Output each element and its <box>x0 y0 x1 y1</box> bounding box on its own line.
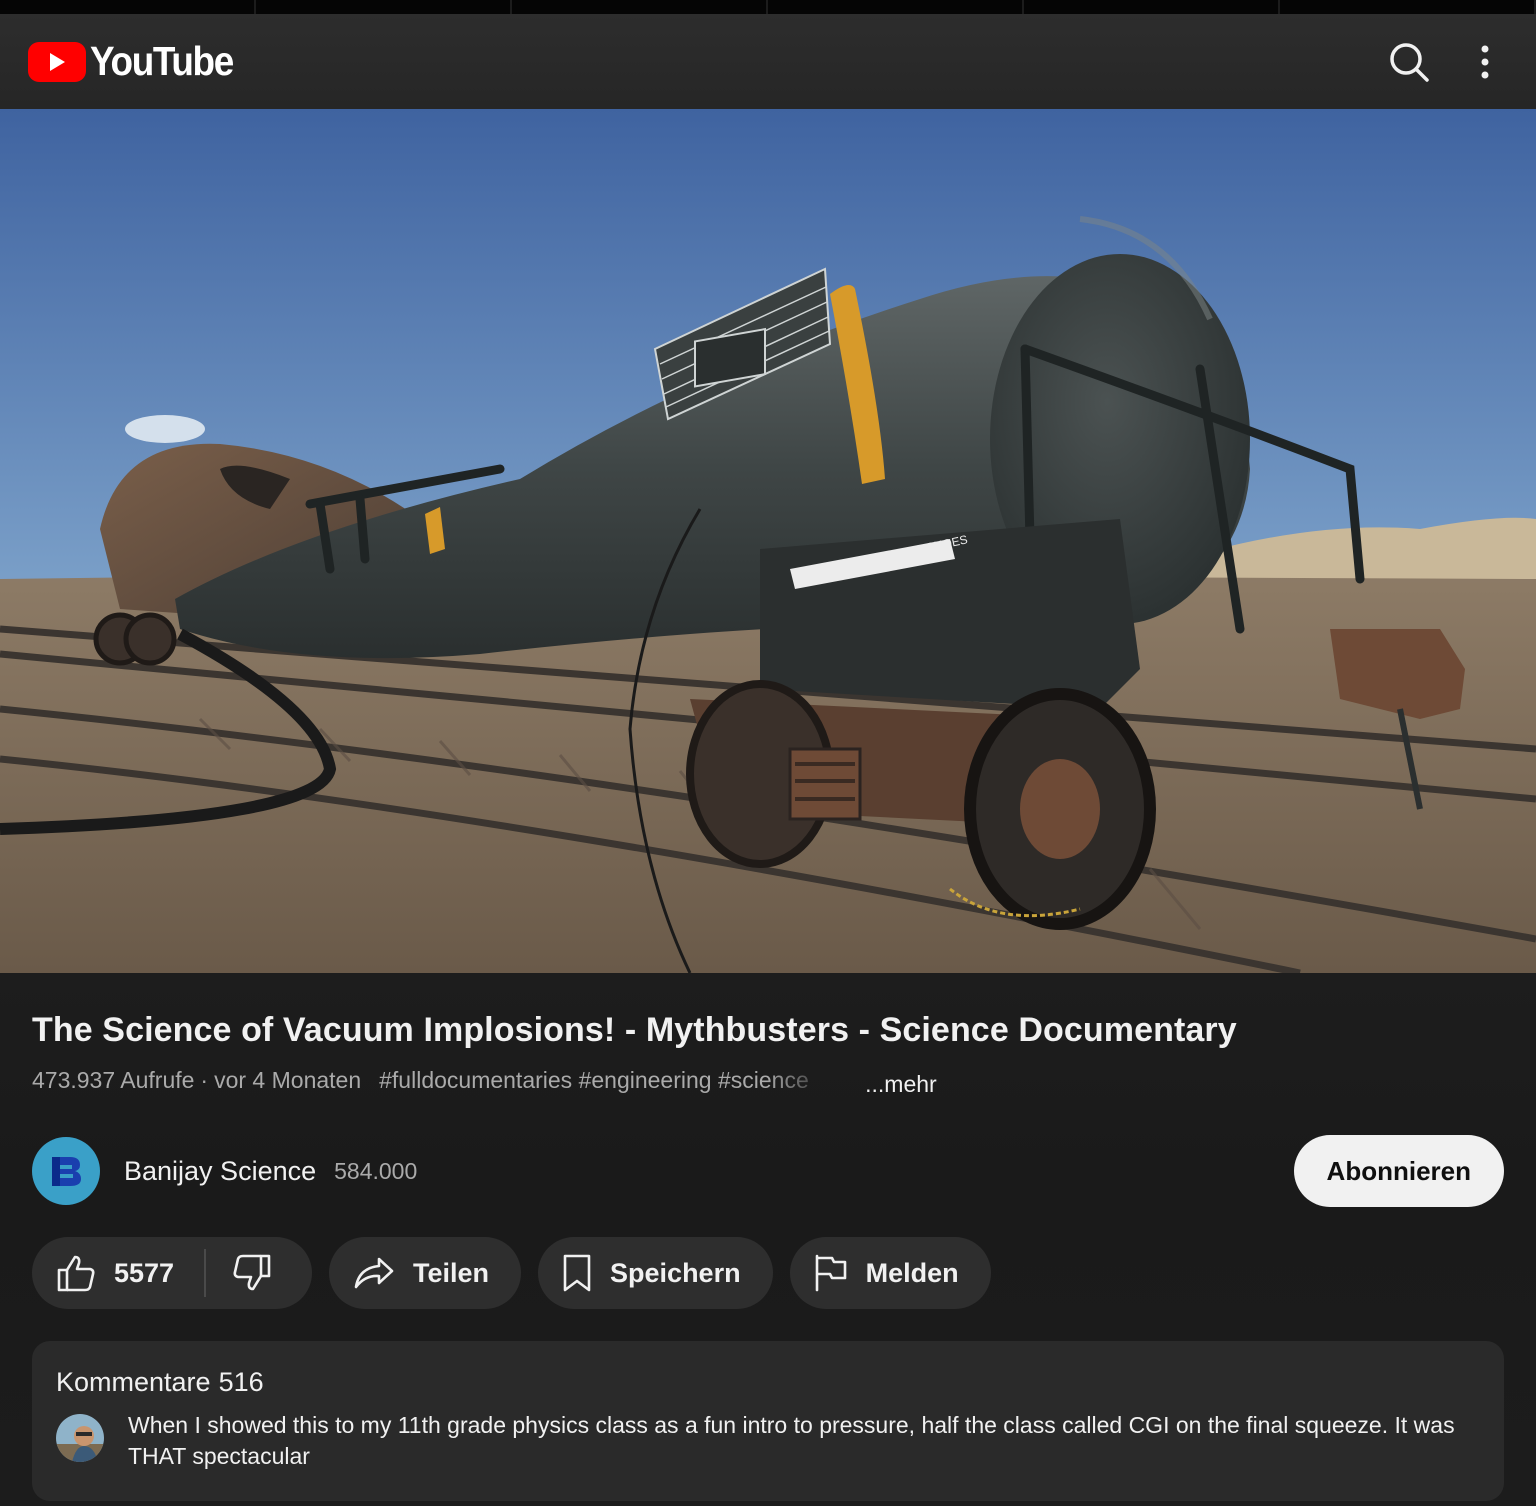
video-metadata[interactable]: 473.937 Aufrufe · vor 4 Monaten #fulldoc… <box>32 1067 937 1097</box>
video-frame-imploded-tanker-car: FC COMP SHOES <box>0 109 1536 973</box>
top-app-bar: YouTube <box>0 14 1536 109</box>
save-label: Speichern <box>610 1257 741 1288</box>
hashtags[interactable]: #fulldocumentaries #engineering #science <box>379 1067 835 1094</box>
meta-separator: · <box>200 1067 209 1093</box>
share-button[interactable]: Teilen <box>329 1237 522 1309</box>
save-button[interactable]: Speichern <box>538 1237 773 1309</box>
comments-count: 516 <box>218 1367 264 1397</box>
share-arrow-icon <box>353 1256 395 1290</box>
view-count: 473.937 Aufrufe <box>32 1067 195 1093</box>
like-dislike-group: 5577 <box>32 1237 312 1309</box>
comments-label: Kommentare <box>56 1367 211 1397</box>
action-bar: 5577 Teilen Speichern Melden <box>32 1237 991 1309</box>
search-icon <box>1390 42 1429 82</box>
more-options-button[interactable] <box>1480 45 1490 79</box>
subscribe-button[interactable]: Abonnieren <box>1293 1135 1504 1207</box>
upload-age: vor 4 Monaten <box>214 1067 362 1093</box>
more-vertical-icon <box>1481 45 1489 78</box>
channel-name[interactable]: Banijay Science <box>124 1156 316 1187</box>
thumbs-down-icon <box>233 1254 271 1291</box>
share-label: Teilen <box>413 1257 490 1288</box>
report-label: Melden <box>865 1257 959 1288</box>
subscriber-count: 584.000 <box>334 1157 418 1184</box>
dislike-button[interactable] <box>206 1237 272 1309</box>
thumbs-up-icon <box>56 1254 96 1292</box>
status-strip <box>0 0 1536 14</box>
top-comment[interactable]: When I showed this to my 11th grade phys… <box>56 1410 1480 1472</box>
bookmark-icon <box>562 1254 592 1292</box>
video-player[interactable]: FC COMP SHOES <box>0 109 1536 973</box>
video-info-panel: The Science of Vacuum Implosions! - Myth… <box>0 973 1536 1506</box>
app-name: YouTube <box>90 38 234 84</box>
flag-icon <box>814 1254 848 1292</box>
youtube-logo[interactable]: YouTube <box>28 38 249 85</box>
youtube-watch-page: YouTube FC COMP SHOES The Science of Vac… <box>0 0 1536 1506</box>
description-more-link[interactable]: ...mehr <box>865 1071 937 1098</box>
search-button[interactable] <box>1388 41 1430 83</box>
like-button[interactable]: 5577 <box>32 1249 207 1297</box>
like-count: 5577 <box>114 1257 175 1288</box>
comment-text: When I showed this to my 11th grade phys… <box>128 1412 1455 1469</box>
comments-section[interactable]: Kommentare 516 When I showed this to my … <box>32 1341 1504 1501</box>
channel-row: Banijay Science 584.000 Abonnieren <box>32 1135 1504 1207</box>
commenter-avatar <box>56 1414 104 1462</box>
comments-header: Kommentare 516 <box>56 1367 1480 1398</box>
video-title[interactable]: The Science of Vacuum Implosions! - Myth… <box>32 1011 1237 1050</box>
report-button[interactable]: Melden <box>789 1237 991 1309</box>
banijay-logo-icon <box>52 1157 81 1186</box>
youtube-play-logo-icon <box>28 41 86 82</box>
channel-avatar[interactable] <box>32 1137 100 1205</box>
